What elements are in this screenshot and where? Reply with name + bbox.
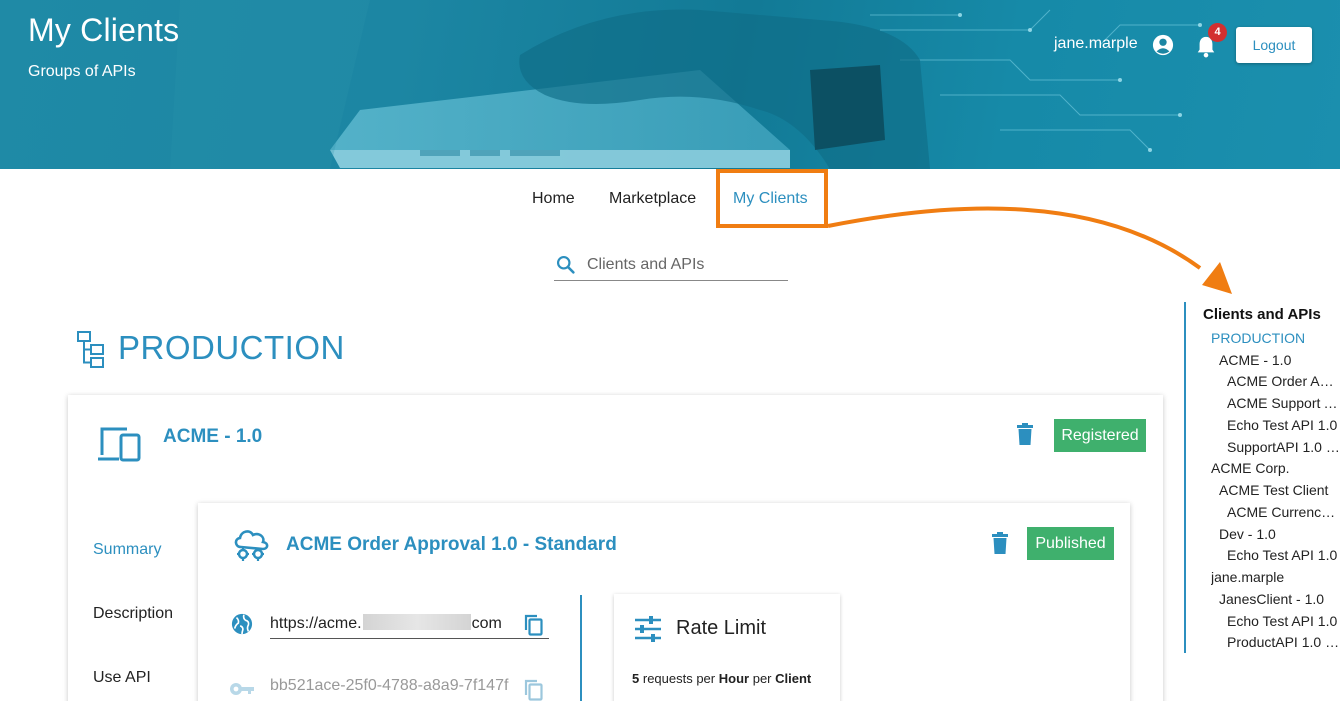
copy-icon[interactable]	[523, 614, 543, 636]
page-subtitle: Groups of APIs	[28, 63, 136, 80]
tab-use-api[interactable]: Use API	[93, 669, 151, 687]
username[interactable]: jane.marple	[1054, 35, 1138, 53]
cloud-gear-icon	[234, 530, 269, 561]
api-name[interactable]: ACME Order Approval 1.0 - Standard	[286, 534, 617, 556]
tree-item[interactable]: jane.marple	[1211, 567, 1340, 587]
tree-item[interactable]: ProductAPI 1.0 - Standard	[1227, 632, 1340, 652]
tree-item[interactable]: Echo Test API 1.0	[1227, 415, 1340, 435]
api-key: bb521ace-25f0-4788-a8a9-7f147f	[270, 677, 509, 694]
search-bar	[554, 251, 788, 281]
clients-tree-panel: Clients and APIs PRODUCTION ACME - 1.0 A…	[1184, 302, 1340, 653]
rate-limit-card: Rate Limit 5 requests per Hour per Clien…	[614, 594, 840, 701]
tree-item[interactable]: ACME Corp.	[1211, 458, 1340, 478]
page-title: My Clients	[28, 12, 180, 48]
user-circle-icon[interactable]	[1152, 34, 1174, 56]
tab-summary[interactable]: Summary	[93, 541, 161, 559]
api-url: https://acme. com	[270, 614, 502, 632]
banner-background-image	[170, 0, 1202, 169]
api-key-field[interactable]: bb521ace-25f0-4788-a8a9-7f147f	[270, 677, 510, 701]
tree-item[interactable]: ACME Order Approval 1.0 - Standard	[1227, 371, 1340, 391]
nav-home[interactable]: Home	[532, 190, 575, 208]
vertical-divider	[580, 595, 582, 701]
header-banner: My Clients Groups of APIs jane.marple 4 …	[0, 0, 1340, 169]
client-name[interactable]: ACME - 1.0	[163, 426, 262, 448]
tree-item[interactable]: JanesClient - 1.0	[1219, 589, 1340, 609]
trash-icon[interactable]	[991, 532, 1009, 555]
tree-item[interactable]: ACME - 1.0	[1219, 350, 1340, 370]
devices-icon	[98, 427, 141, 462]
search-icon	[556, 255, 575, 274]
tree-item[interactable]: ACME Test Client	[1219, 480, 1340, 500]
tree-item[interactable]: ACME Currency API	[1227, 502, 1340, 522]
tree-item[interactable]: PRODUCTION	[1211, 328, 1340, 348]
tree-item[interactable]: Dev - 1.0	[1219, 524, 1340, 544]
section-heading: PRODUCTION	[118, 329, 345, 366]
rate-limit-title: Rate Limit	[676, 617, 767, 639]
status-badge-registered: Registered	[1054, 419, 1146, 452]
tree-item[interactable]: Echo Test API 1.0	[1227, 545, 1340, 565]
copy-icon[interactable]	[523, 679, 543, 701]
url-redacted	[362, 614, 471, 630]
api-card: ACME Order Approval 1.0 - Standard Publi…	[198, 503, 1130, 701]
tree-item[interactable]: Echo Test API 1.0	[1227, 611, 1340, 631]
sliders-icon	[635, 616, 661, 642]
tab-description[interactable]: Description	[93, 605, 173, 623]
client-card: ACME - 1.0 Registered Summary Descriptio…	[68, 395, 1163, 701]
tree-item[interactable]: SupportAPI 1.0 - Standard	[1227, 437, 1340, 457]
rate-limit-description: 5 requests per Hour per Client	[632, 671, 812, 686]
status-badge-published: Published	[1027, 527, 1114, 560]
tree-item[interactable]: ACME Support API	[1227, 393, 1340, 413]
key-icon	[230, 683, 254, 695]
trash-icon[interactable]	[1016, 423, 1034, 446]
search-input[interactable]	[587, 253, 783, 277]
globe-icon	[231, 613, 253, 635]
nav-marketplace[interactable]: Marketplace	[609, 190, 696, 208]
notification-count-badge: 4	[1208, 23, 1227, 42]
hierarchy-icon	[77, 331, 104, 368]
logout-button[interactable]: Logout	[1236, 27, 1312, 63]
tree-title: Clients and APIs	[1203, 306, 1321, 323]
api-url-field[interactable]: https://acme. com	[270, 611, 549, 639]
nav-my-clients[interactable]: My Clients	[733, 190, 808, 208]
